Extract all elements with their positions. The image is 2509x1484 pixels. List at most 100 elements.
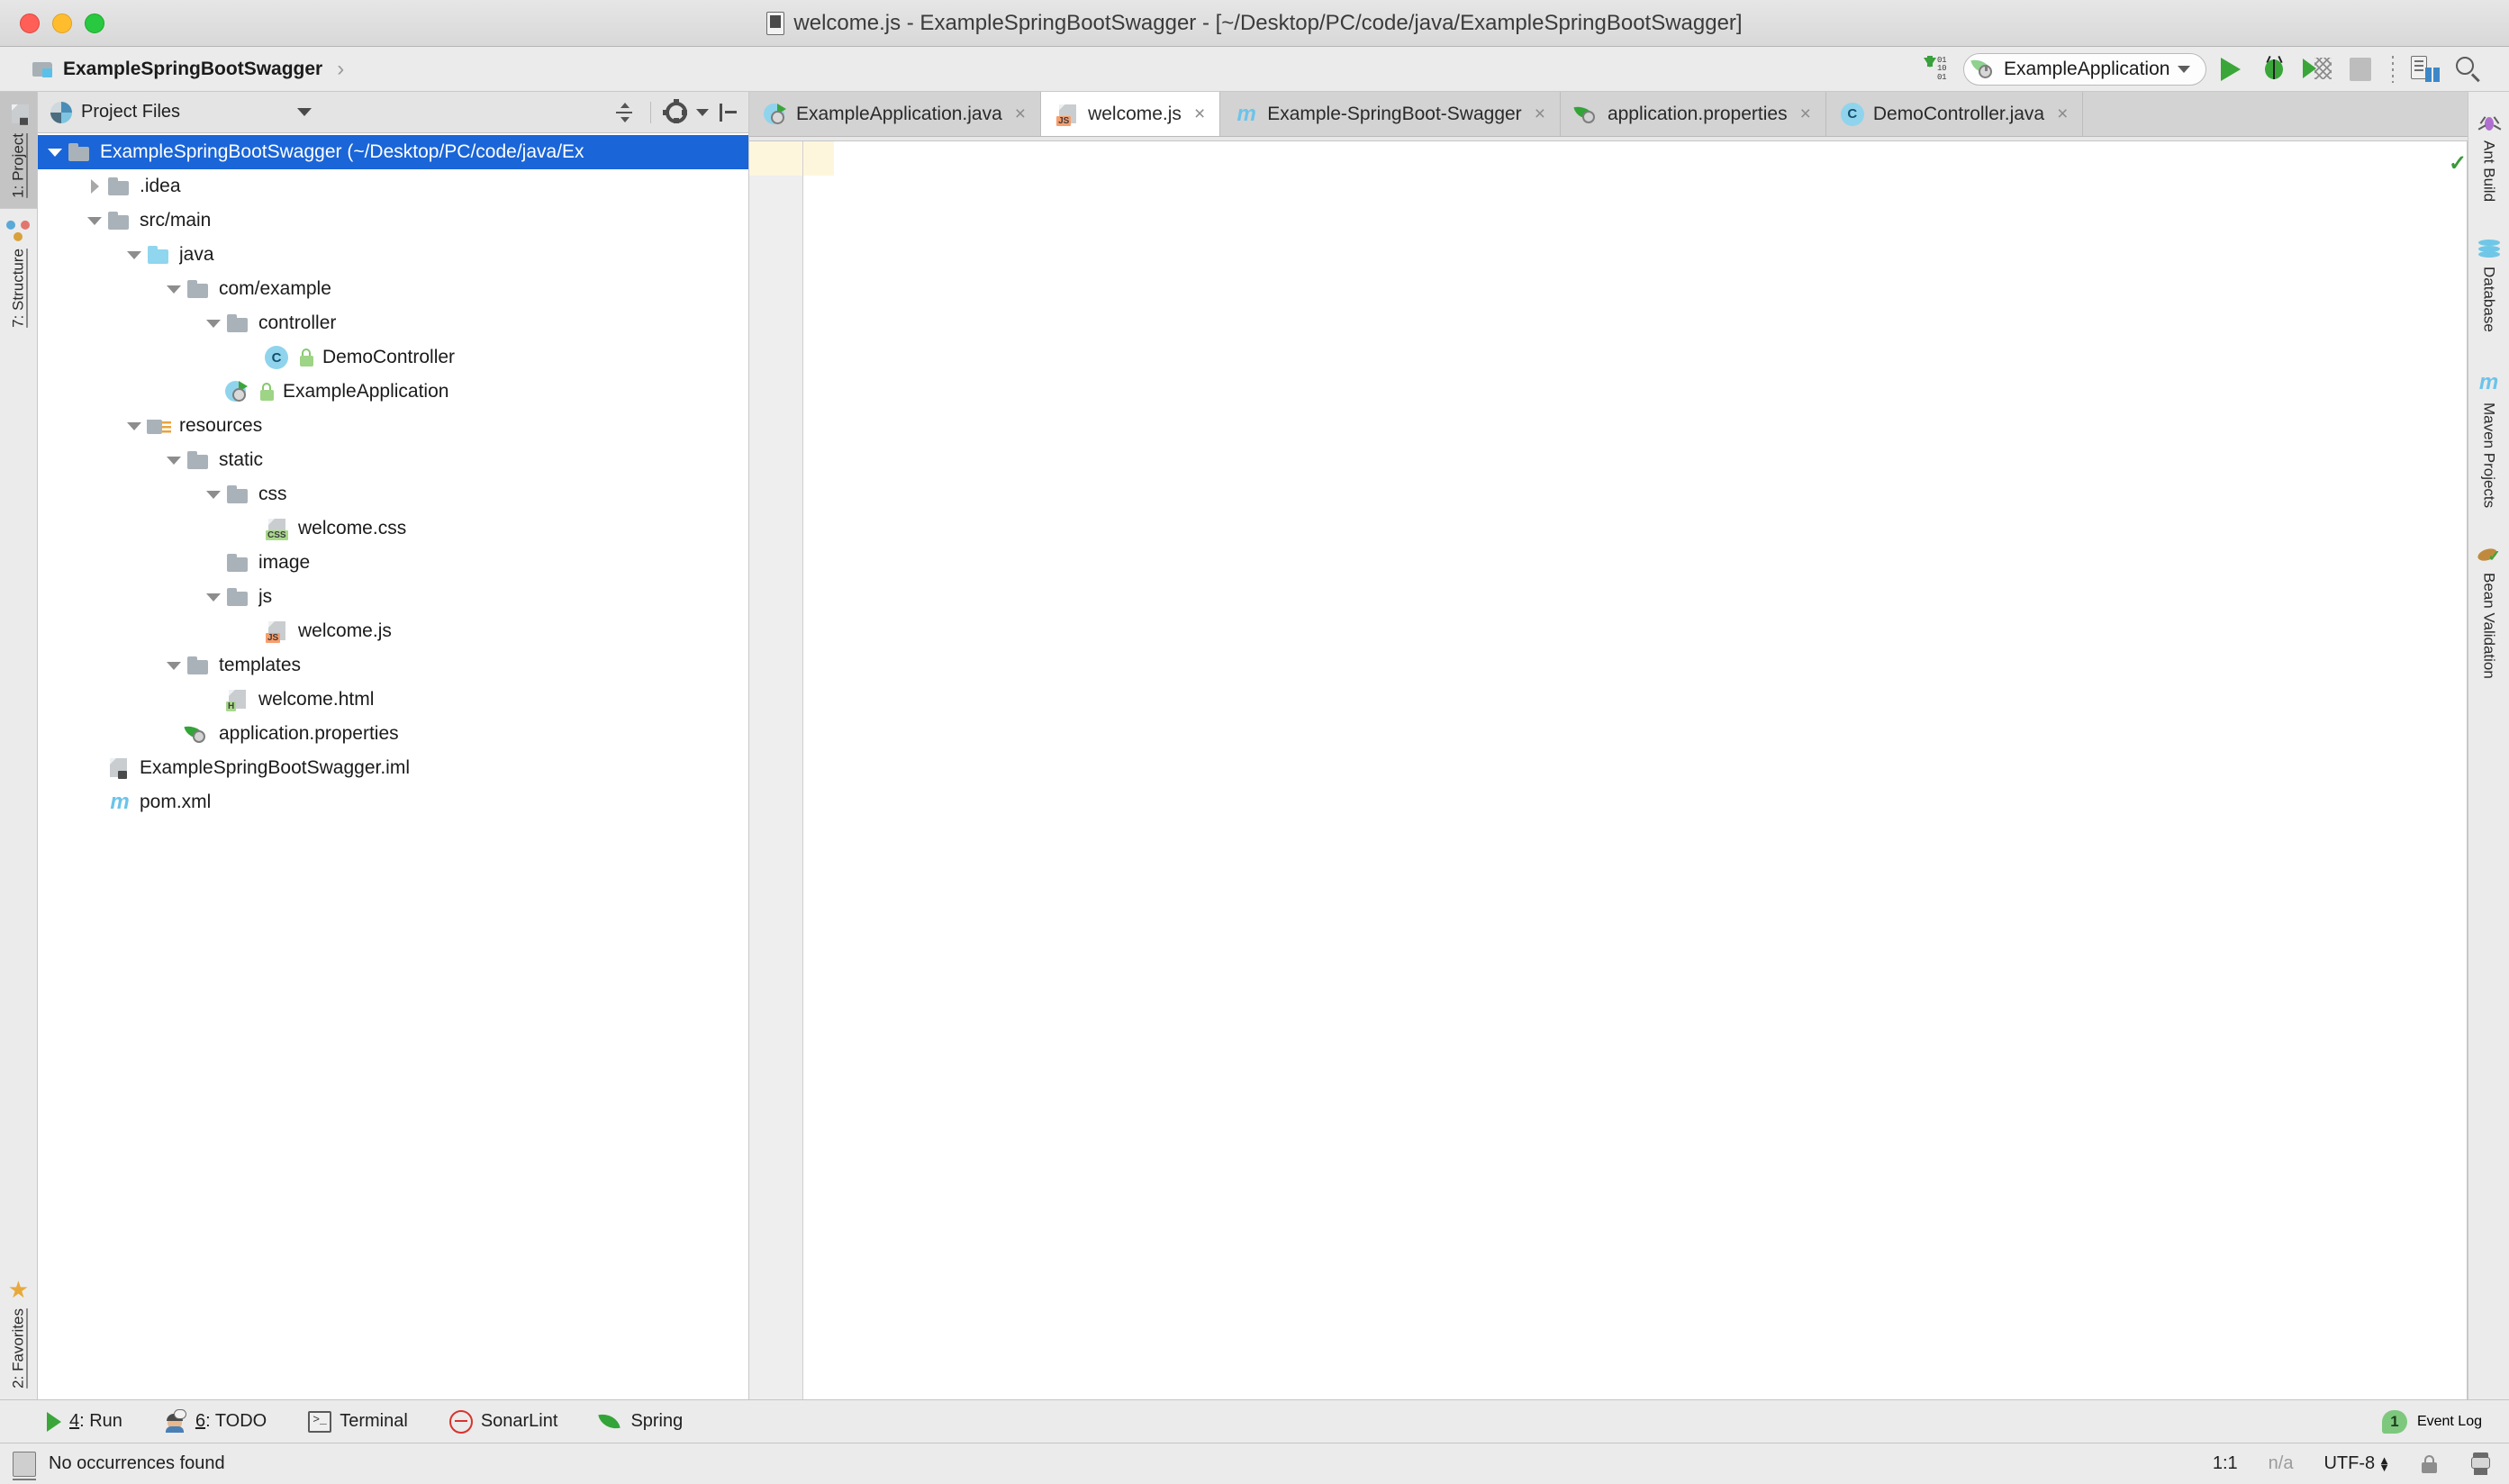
run-button[interactable] — [2212, 52, 2250, 86]
tool-window-todo[interactable]: 6: TODO — [164, 1411, 267, 1433]
encoding-chevron-icon: ▲▼ — [2378, 1457, 2390, 1471]
tool-window-terminal[interactable]: Terminal — [308, 1411, 408, 1433]
editor-pane[interactable]: ✓ — [749, 140, 2468, 1399]
editor-tab[interactable]: CDemoController.java× — [1826, 92, 2084, 136]
close-icon[interactable]: × — [1194, 104, 1205, 125]
folder-icon — [106, 175, 133, 198]
caret-position[interactable]: 1:1 — [2213, 1453, 2238, 1474]
editor-gutter[interactable] — [749, 141, 803, 1399]
sidebar-item-ant-build-label: Ant Build — [2480, 140, 2498, 202]
editor-tab-bar[interactable]: ExampleApplication.java×JSwelcome.js× m Ex… — [749, 92, 2468, 137]
tree-row[interactable]: application.properties — [38, 717, 748, 751]
sidebar-item-bean-validation[interactable]: ✓ Bean Validation — [2477, 533, 2501, 704]
tool-window-event-log[interactable]: 1 Event Log — [2382, 1410, 2509, 1434]
tree-row[interactable]: java — [38, 238, 748, 272]
update-project-button[interactable]: 01 10 01 — [1920, 52, 1958, 86]
tool-window-run[interactable]: 4: Run — [47, 1411, 122, 1432]
tree-row-label: DemoController — [322, 347, 455, 368]
sidebar-item-ant-build[interactable]: Ant Build — [2478, 101, 2500, 227]
close-icon[interactable]: × — [1015, 104, 1026, 125]
read-write-lock-icon[interactable] — [2421, 1454, 2439, 1474]
tree-row[interactable]: templates — [38, 648, 748, 683]
tree-row[interactable]: Hwelcome.html — [38, 683, 748, 717]
tree-row[interactable]: ExampleSpringBootSwagger.iml — [38, 751, 748, 785]
settings-chevron-down-icon[interactable] — [696, 109, 709, 116]
sidebar-item-project[interactable]: 1: Project — [0, 92, 37, 209]
hide-panel-icon[interactable] — [718, 102, 739, 123]
tree-row[interactable]: static — [38, 443, 748, 477]
chevron-down-icon[interactable] — [297, 108, 312, 116]
editor-tab[interactable]: m Example-SpringBoot-Swagger × — [1220, 92, 1561, 136]
inspection-profile-icon[interactable] — [2469, 1452, 2493, 1476]
twisty-placeholder — [202, 551, 225, 575]
breadcrumb-item-project[interactable]: ExampleSpringBootSwagger — [63, 59, 322, 80]
expand-toggle-icon[interactable] — [202, 312, 225, 335]
line-separator[interactable]: n/a — [2269, 1453, 2294, 1474]
tree-row[interactable]: CSSwelcome.css — [38, 511, 748, 546]
tool-window-spring[interactable]: Spring — [599, 1411, 683, 1433]
tree-row[interactable]: ExampleApplication — [38, 375, 748, 409]
tree-row[interactable]: controller — [38, 306, 748, 340]
tree-row[interactable]: JSwelcome.js — [38, 614, 748, 648]
breadcrumb[interactable]: ExampleSpringBootSwagger › — [14, 57, 344, 82]
debug-button[interactable] — [2255, 52, 2293, 86]
search-everywhere-button[interactable] — [2450, 52, 2487, 86]
close-icon[interactable]: × — [2057, 104, 2068, 125]
editor-tab[interactable]: JSwelcome.js× — [1041, 92, 1220, 136]
tree-row-label: ExampleSpringBootSwagger (~/Desktop/PC/c… — [100, 141, 584, 163]
close-window-button[interactable] — [20, 14, 40, 33]
expand-toggle-icon[interactable] — [122, 243, 146, 267]
window-controls[interactable] — [0, 14, 104, 33]
sidebar-item-structure[interactable]: 7: Structure — [0, 209, 37, 339]
html-file-icon: H — [225, 688, 252, 711]
project-tree[interactable]: ExampleSpringBootSwagger (~/Desktop/PC/c… — [38, 133, 748, 1399]
editor-code-area[interactable] — [803, 141, 2447, 1399]
expand-toggle-icon[interactable] — [43, 140, 67, 164]
tree-row[interactable]: mpom.xml — [38, 785, 748, 819]
expand-toggle-icon[interactable] — [83, 175, 106, 198]
chevron-down-icon[interactable] — [2178, 66, 2190, 73]
sidebar-item-favorites[interactable]: 2: Favorites ★ — [0, 1267, 37, 1399]
expand-toggle-icon[interactable] — [162, 448, 186, 472]
tree-row[interactable]: js — [38, 580, 748, 614]
expand-toggle-icon[interactable] — [202, 585, 225, 609]
tree-row[interactable]: com/example — [38, 272, 748, 306]
tree-row[interactable]: ExampleSpringBootSwagger (~/Desktop/PC/c… — [38, 135, 748, 169]
tree-row[interactable]: .idea — [38, 169, 748, 204]
run-configuration-selector[interactable]: ExampleApplication — [1963, 53, 2206, 86]
run-with-coverage-button[interactable] — [2298, 52, 2336, 86]
twisty-placeholder — [202, 688, 225, 711]
maximize-window-button[interactable] — [85, 14, 104, 33]
expand-toggle-icon[interactable] — [162, 654, 186, 677]
tree-row[interactable]: CDemoController — [38, 340, 748, 375]
editor-tab-label: Example-SpringBoot-Swagger — [1267, 104, 1521, 125]
sidebar-item-project-label: 1: Project — [10, 133, 28, 198]
editor-tab[interactable]: application.properties× — [1561, 92, 1826, 136]
collapse-all-icon[interactable] — [612, 101, 636, 124]
close-icon[interactable]: × — [1800, 104, 1811, 125]
structure-icon — [7, 220, 31, 241]
layout-button[interactable] — [2406, 52, 2444, 86]
stop-button[interactable] — [2341, 52, 2379, 86]
tree-row[interactable]: image — [38, 546, 748, 580]
minimize-window-button[interactable] — [52, 14, 72, 33]
tree-row[interactable]: src/main — [38, 204, 748, 238]
tool-window-sonarlint[interactable]: SonarLint — [449, 1410, 558, 1434]
editor-tab[interactable]: ExampleApplication.java× — [749, 92, 1041, 136]
sidebar-item-database[interactable]: Database — [2478, 227, 2500, 357]
maven-file-icon: m — [1235, 103, 1258, 126]
tree-row-label: ExampleApplication — [283, 381, 448, 403]
sidebar-item-maven-projects[interactable]: m Maven Projects — [2479, 357, 2498, 533]
close-icon[interactable]: × — [1535, 104, 1545, 125]
status-window-icon[interactable] — [13, 1452, 36, 1477]
editor-marker-bar[interactable]: ✓ — [2447, 141, 2467, 1399]
gear-icon[interactable] — [666, 102, 687, 123]
encoding-selector[interactable]: UTF-8 ▲▼ — [2323, 1453, 2390, 1474]
expand-toggle-icon[interactable] — [162, 277, 186, 301]
expand-toggle-icon[interactable] — [83, 209, 106, 232]
expand-toggle-icon[interactable] — [122, 414, 146, 438]
tree-row[interactable]: css — [38, 477, 748, 511]
project-view-title[interactable]: Project Files — [81, 102, 180, 122]
tree-row[interactable]: resources — [38, 409, 748, 443]
expand-toggle-icon[interactable] — [202, 483, 225, 506]
